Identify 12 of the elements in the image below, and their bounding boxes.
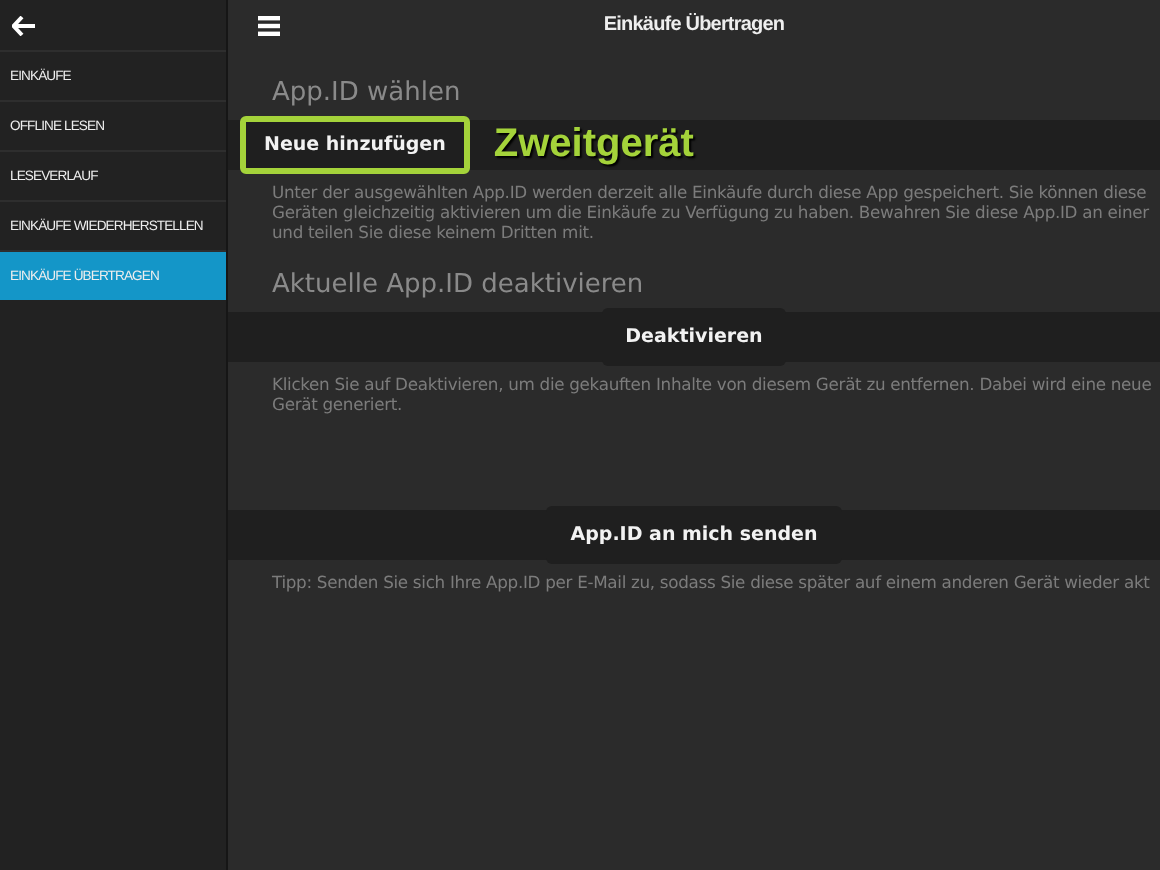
section-title: App.ID wählen bbox=[270, 76, 463, 112]
menu-icon[interactable] bbox=[258, 15, 280, 35]
action-button[interactable]: Deaktivieren bbox=[601, 308, 787, 366]
description-text: Tipp: Senden Sie sich Ihre App.ID per E-Mail zu, sodass Sie diese später auf einem anderen Gerät wieder akt bbox=[270, 570, 1152, 592]
description-text: Unter der ausgewählten App.ID werden derzeit alle Einkäufe durch diese App gespeichert. Sie können diese Geräten gleichzeitig aktivieren um die Einkäufe zu Verfügung zu haben. Bewahren Sie diese App.ID an einer und teilen Sie diese keinem Dritten mit. bbox=[270, 180, 1151, 242]
action-button[interactable]: Neue hinzufügen bbox=[240, 116, 470, 174]
description-text: Klicken Sie auf Deaktivieren, um die gekauften Inhalte von diesem Gerät zu entfernen. Dabei wird eine neue Gerät generiert. bbox=[270, 372, 1154, 414]
action-button[interactable]: App.ID an mich senden bbox=[546, 506, 842, 564]
section-title: Aktuelle App.ID deaktivieren bbox=[270, 268, 646, 304]
back-arrow-icon[interactable] bbox=[12, 15, 36, 35]
annotation-label: Zweitgerät bbox=[493, 122, 694, 168]
page-title: Einkäufe Übertragen bbox=[603, 14, 785, 36]
